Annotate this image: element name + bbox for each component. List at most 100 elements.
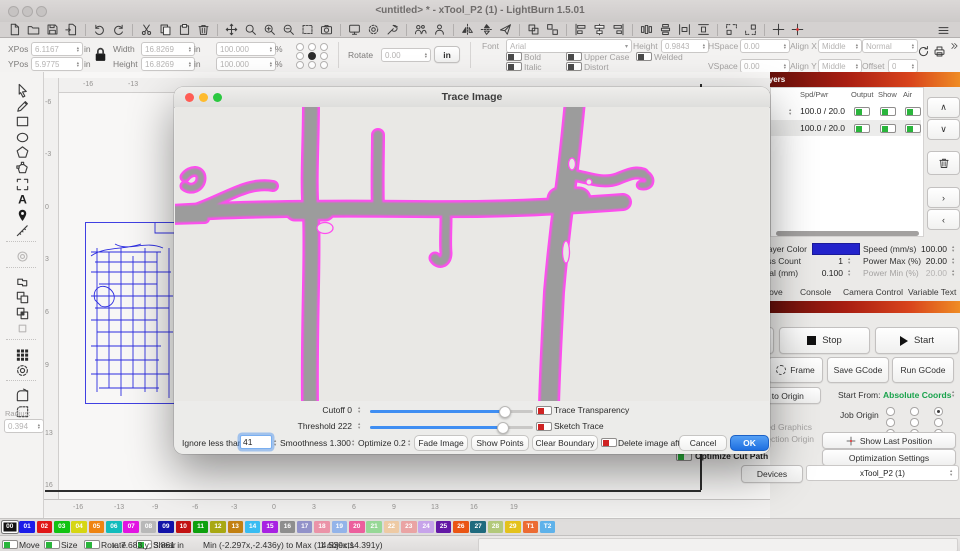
ellipse-tool[interactable] <box>12 130 32 145</box>
palette-swatch-01[interactable]: 01 <box>19 521 35 534</box>
align-center-button[interactable] <box>590 22 609 37</box>
speed-value[interactable]: 100.00 <box>903 244 947 254</box>
status-move-toggle[interactable] <box>2 540 18 549</box>
units-button[interactable]: in <box>434 46 460 63</box>
layer-output-toggle[interactable] <box>854 107 870 116</box>
xpos-field[interactable]: 6.1167 <box>31 42 83 56</box>
palette-swatch-20[interactable]: 20 <box>349 521 365 534</box>
palette-swatch-03[interactable]: 03 <box>54 521 70 534</box>
new-file-button[interactable] <box>5 22 24 37</box>
sketch-trace-toggle[interactable] <box>536 422 552 431</box>
open-file-button[interactable] <box>24 22 43 37</box>
palette-swatch-13[interactable]: 13 <box>228 521 244 534</box>
bold-toggle[interactable] <box>506 52 522 61</box>
import-file-button[interactable] <box>62 22 81 37</box>
cut-button[interactable] <box>137 22 156 37</box>
trace-preview-image[interactable] <box>175 107 769 401</box>
palette-swatch-06[interactable]: 06 <box>106 521 122 534</box>
palette-swatch-02[interactable]: 02 <box>37 521 53 534</box>
align-y-select[interactable]: Middle <box>818 59 862 73</box>
machine-settings-button[interactable] <box>364 22 383 37</box>
palette-swatch-19[interactable]: 19 <box>332 521 348 534</box>
palette-swatch-09[interactable]: 09 <box>158 521 174 534</box>
radius-corner-tool-tool[interactable] <box>12 388 32 403</box>
dialog-title-bar[interactable]: Trace Image <box>174 87 770 108</box>
camera-capture-button[interactable] <box>317 22 336 37</box>
text-tool[interactable] <box>12 192 32 207</box>
palette-swatch-26[interactable]: 26 <box>453 521 469 534</box>
palette-swatch-24[interactable]: 24 <box>418 521 434 534</box>
cut-shapes-tool[interactable] <box>12 321 32 336</box>
align-right-button[interactable] <box>609 22 628 37</box>
font-select[interactable]: Arial▾ <box>506 39 632 53</box>
job-origin-1-1[interactable] <box>910 418 919 427</box>
start-from-select[interactable]: Absolute Coords <box>883 390 951 400</box>
stop-button[interactable]: Stop <box>779 327 870 354</box>
show-points-button[interactable]: Show Points <box>471 435 529 451</box>
palette-swatch-15[interactable]: 15 <box>262 521 278 534</box>
layer-list-scrollbar[interactable] <box>776 231 919 236</box>
space-horizontal-button[interactable] <box>675 22 694 37</box>
layer-right-button[interactable]: › <box>927 187 960 208</box>
anchor-1-1[interactable] <box>308 52 316 60</box>
palette-swatch-07[interactable]: 07 <box>123 521 139 534</box>
vspace-field[interactable]: 0.00 <box>740 59 790 73</box>
height-percent-field[interactable]: 100.000 <box>216 57 276 71</box>
redo-button[interactable] <box>109 22 128 37</box>
cancel-button[interactable]: Cancel <box>679 435 727 451</box>
layer-air-toggle[interactable] <box>905 124 921 133</box>
anchor-0-1[interactable] <box>308 43 316 51</box>
device-select[interactable]: xTool_P2 (1) <box>806 465 959 481</box>
save-file-button[interactable] <box>43 22 62 37</box>
distribute-horizontal-button[interactable] <box>637 22 656 37</box>
draw-lines-tool[interactable] <box>12 99 32 114</box>
measure-tool[interactable] <box>12 223 32 238</box>
devices-button[interactable]: Devices <box>741 465 803 483</box>
job-origin-0-1[interactable] <box>910 407 919 416</box>
optimization-settings-button[interactable]: Optimization Settings <box>822 449 956 466</box>
run-gcode-button[interactable]: Run GCode <box>892 357 954 383</box>
show-last-position-button[interactable]: Show Last Position <box>822 432 956 449</box>
palette-swatch-12[interactable]: 12 <box>210 521 226 534</box>
start-button[interactable]: Start <box>875 327 959 354</box>
copy-button[interactable] <box>156 22 175 37</box>
boolean-intersect-tool[interactable] <box>12 306 32 321</box>
ignore-less-than-input[interactable]: 41 <box>240 435 272 449</box>
flip-vertical-button[interactable] <box>477 22 496 37</box>
palette-swatch-28[interactable]: 28 <box>488 521 504 534</box>
trace-transparency-toggle[interactable] <box>536 406 552 415</box>
flip-horizontal-button[interactable] <box>458 22 477 37</box>
layer-up-button[interactable]: ∧ <box>927 97 960 118</box>
position-laser-tool[interactable] <box>12 208 32 223</box>
layer-delete-button[interactable] <box>927 151 960 175</box>
zoom-button[interactable] <box>241 22 260 37</box>
offset-field[interactable]: 0 <box>888 59 918 73</box>
job-origin-1-0[interactable] <box>886 418 895 427</box>
anchor-1-2[interactable] <box>320 52 328 60</box>
rotate-field[interactable]: 0.00 <box>381 48 431 62</box>
weld-shapes-tool[interactable] <box>12 275 32 290</box>
palette-swatch-08[interactable]: 08 <box>141 521 157 534</box>
cutoff-slider[interactable] <box>370 410 533 413</box>
palette-swatch-10[interactable]: 10 <box>176 521 192 534</box>
tab-console[interactable]: Console <box>800 287 831 297</box>
palette-swatch-16[interactable]: 16 <box>280 521 296 534</box>
undo-button[interactable] <box>90 22 109 37</box>
ypos-field[interactable]: 5.9775 <box>31 57 83 71</box>
ok-button[interactable]: OK <box>730 435 769 451</box>
anchor-0-0[interactable] <box>296 43 304 51</box>
delete-image-toggle[interactable] <box>601 438 617 447</box>
offset-shapes-tool[interactable] <box>12 249 32 264</box>
preview-button[interactable] <box>345 22 364 37</box>
palette-swatch-T2[interactable]: T2 <box>540 521 556 534</box>
anchor-2-0[interactable] <box>296 61 304 69</box>
layer-left-button[interactable]: ‹ <box>927 209 960 230</box>
material-library-button[interactable] <box>411 22 430 37</box>
tab-camera-control[interactable]: Camera Control <box>843 287 903 297</box>
palette-swatch-17[interactable]: 17 <box>297 521 313 534</box>
anchor-2-2[interactable] <box>320 61 328 69</box>
palette-swatch-04[interactable]: 04 <box>71 521 87 534</box>
layer-color-swatch[interactable] <box>812 243 860 255</box>
edit-shape-tool[interactable] <box>12 177 32 192</box>
layer-row[interactable]: 100.0 / 20.0 <box>771 103 921 119</box>
